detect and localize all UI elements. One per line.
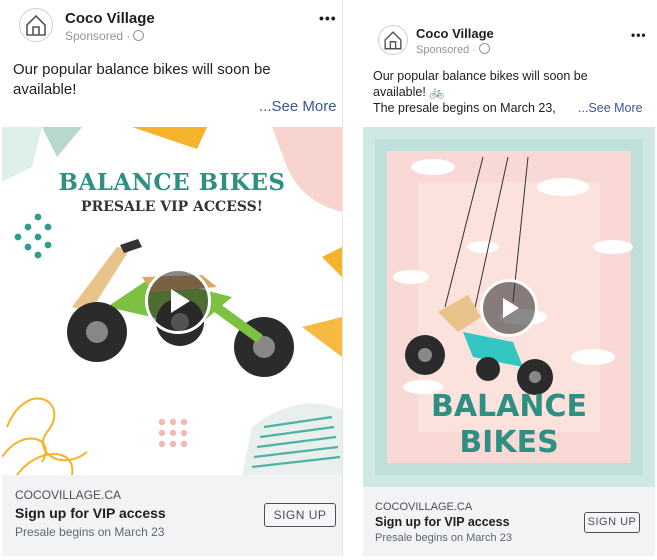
link-headline[interactable]: Sign up for VIP access: [375, 515, 510, 529]
sponsored-text: Sponsored ·: [416, 44, 476, 56]
sponsored-label: Sponsored ·: [416, 43, 490, 56]
link-domain: COCOVILLAGE.CA: [375, 501, 473, 513]
see-more-link[interactable]: ...See More: [259, 98, 337, 115]
link-headline[interactable]: Sign up for VIP access: [15, 505, 166, 521]
ad-header: Coco Village Sponsored · •••: [363, 0, 655, 60]
ad-card-1: Coco Village Sponsored · ••• Our popular…: [2, 0, 343, 556]
ad-footer[interactable]: COCOVILLAGE.CA Sign up for VIP access Pr…: [2, 475, 342, 556]
sponsored-label: Sponsored ·: [65, 29, 145, 43]
creative-title: BALANCE BIKES: [58, 169, 286, 196]
ad-card-2: Coco Village Sponsored · ••• Our popular…: [363, 0, 655, 556]
ad-header: Coco Village Sponsored · •••: [2, 0, 342, 60]
creative-title: BALANCE: [430, 389, 588, 424]
link-domain: COCOVILLAGE.CA: [15, 488, 122, 502]
page-name[interactable]: Coco Village: [65, 10, 155, 27]
ad-footer[interactable]: COCOVILLAGE.CA Sign up for VIP access Pr…: [363, 487, 655, 556]
sign-up-button[interactable]: SIGN UP: [584, 512, 640, 533]
play-button-icon[interactable]: [480, 279, 538, 337]
ad-video[interactable]: BALANCE BIKES PRESALE VIP ACCESS!: [2, 127, 342, 475]
ad-video[interactable]: BALANCE BIKES: [363, 127, 655, 487]
creative-subtitle: BIKES: [459, 425, 559, 460]
sponsored-text: Sponsored ·: [65, 29, 131, 43]
globe-icon: [478, 43, 490, 54]
house-logo-icon: [26, 14, 46, 36]
post-text-line: Our popular balance bikes will soon be: [13, 61, 271, 78]
link-description: Presale begins on March 23: [375, 532, 512, 544]
page-avatar[interactable]: [19, 8, 53, 42]
more-options-button[interactable]: •••: [319, 10, 337, 26]
play-button-icon[interactable]: [145, 268, 211, 334]
page-avatar[interactable]: [378, 25, 408, 55]
see-more-link[interactable]: ...See More: [578, 101, 643, 115]
post-text: Our popular balance bikes will soon be a…: [13, 60, 333, 100]
post-text-line: available!: [13, 81, 77, 98]
house-logo-icon: [384, 31, 402, 50]
globe-icon: [133, 30, 145, 41]
page-name[interactable]: Coco Village: [416, 26, 494, 41]
post-text-line: available! 🚲: [373, 85, 445, 99]
creative-subtitle: PRESALE VIP ACCESS!: [81, 199, 263, 215]
post-text-line: Our popular balance bikes will soon be: [373, 69, 588, 83]
more-options-button[interactable]: •••: [631, 28, 647, 42]
link-description: Presale begins on March 23: [15, 525, 165, 539]
sign-up-button[interactable]: SIGN UP: [264, 503, 336, 527]
